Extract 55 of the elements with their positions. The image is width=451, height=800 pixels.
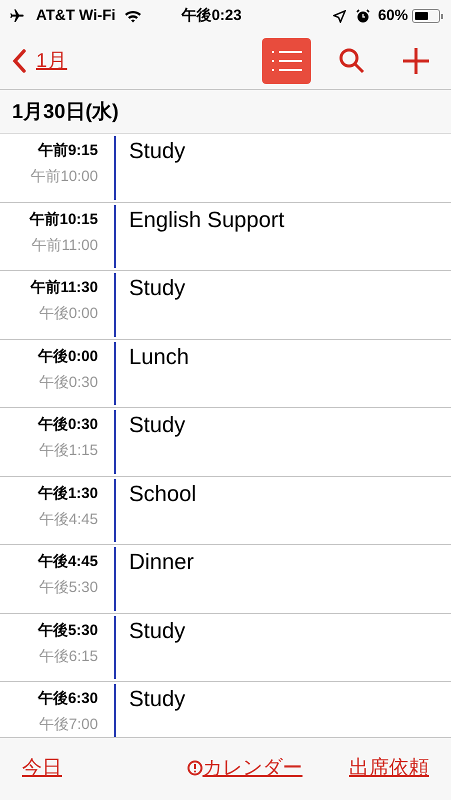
battery-percent: 60% <box>378 6 408 26</box>
start-time: 午後0:00 <box>38 346 98 366</box>
add-button[interactable] <box>401 46 431 76</box>
airplane-icon <box>8 8 26 24</box>
event-row[interactable]: 午後5:30 午後6:15 Study <box>0 614 451 682</box>
event-row[interactable]: 午後4:45 午後5:30 Dinner <box>0 545 451 614</box>
end-time: 午後0:00 <box>38 304 98 324</box>
invitations-link[interactable]: 出席依頼 <box>349 752 429 782</box>
event-title: Dinner <box>129 548 194 576</box>
list-view-button[interactable] <box>262 38 311 84</box>
end-time: 午前11:00 <box>32 236 98 256</box>
location-arrow-icon <box>332 10 346 22</box>
carrier-name: AT&T Wi-Fi <box>36 6 116 26</box>
calendars-link[interactable]: カレンダー <box>186 752 302 782</box>
today-link[interactable]: 今日 <box>22 752 62 782</box>
event-title: Lunch <box>129 342 189 370</box>
battery-icon <box>412 9 440 23</box>
event-title: Study <box>129 411 186 439</box>
start-time: 午後0:30 <box>38 415 98 435</box>
alarm-icon <box>356 9 370 23</box>
start-time: 午後1:30 <box>38 484 98 504</box>
search-icon <box>339 48 365 74</box>
start-time: 午前11:30 <box>30 278 98 298</box>
plus-icon <box>402 46 430 74</box>
day-header: 1月30日(水) <box>12 100 119 124</box>
start-time: 午前10:15 <box>30 210 98 230</box>
event-row[interactable]: 午前11:30 午後0:00 Study <box>0 271 451 340</box>
event-title: Study <box>129 616 186 645</box>
end-time: 午後0:30 <box>38 372 98 392</box>
end-time: 午後4:45 <box>38 510 98 530</box>
back-button[interactable]: 1月 <box>12 46 68 76</box>
wifi-icon <box>124 9 142 23</box>
end-time: 午前10:00 <box>30 167 98 187</box>
event-row[interactable]: 午前9:15 午前10:00 Study <box>0 134 451 202</box>
start-time: 午後4:45 <box>38 552 98 572</box>
end-time: 午後7:00 <box>38 715 98 735</box>
event-row[interactable]: 午前10:15 午前11:00 English Support <box>0 202 451 271</box>
event-row[interactable]: 午後0:30 午後1:15 Study <box>0 408 451 476</box>
event-title: Study <box>129 274 186 302</box>
start-time: 午後5:30 <box>38 620 98 640</box>
start-time: 午前9:15 <box>38 141 98 161</box>
event-title: Study <box>129 685 186 713</box>
list-icon <box>270 50 302 72</box>
event-title: English Support <box>129 206 284 234</box>
event-row[interactable]: 午後0:00 午後0:30 Lunch <box>0 340 451 408</box>
event-title: School <box>129 480 196 508</box>
chevron-left-icon <box>12 48 26 72</box>
event-title: Study <box>129 137 186 165</box>
end-time: 午後6:15 <box>38 646 98 666</box>
end-time: 午後5:30 <box>38 578 98 598</box>
search-button[interactable] <box>337 46 367 76</box>
event-row[interactable]: 午後1:30 午後4:45 School <box>0 476 451 545</box>
clock-time: 午後0:23 <box>182 6 242 26</box>
start-time: 午後6:30 <box>38 689 98 709</box>
end-time: 午後1:15 <box>38 441 98 461</box>
